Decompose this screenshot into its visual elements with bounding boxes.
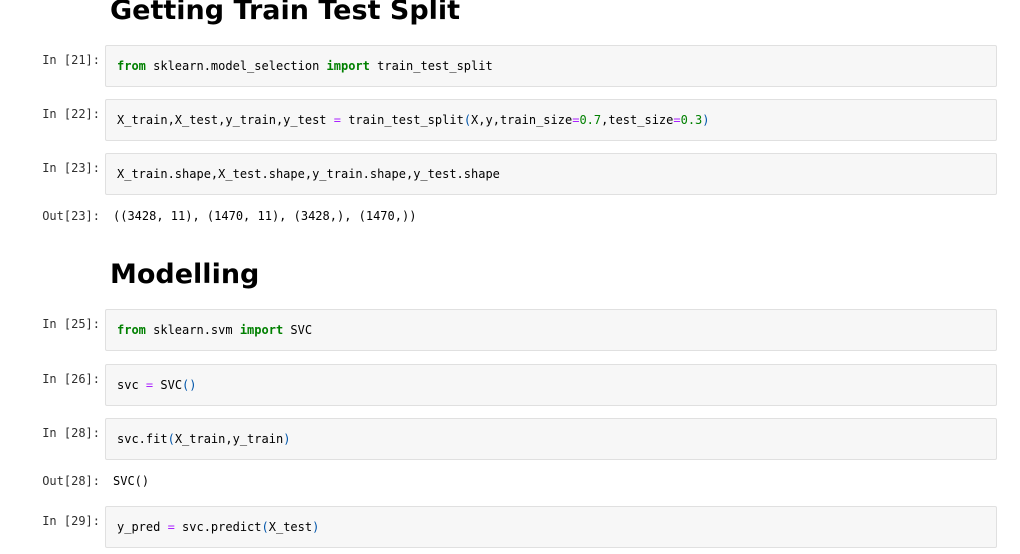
input-prompt-28: In [28]: [42, 426, 100, 440]
code-line: svc = SVC() [117, 378, 197, 392]
code-line: from sklearn.model_selection import trai… [117, 59, 493, 73]
input-prompt-26: In [26]: [42, 372, 100, 386]
code-line: from sklearn.svm import SVC [117, 323, 313, 337]
code-cell-23[interactable]: X_train.shape,X_test.shape,y_train.shape… [105, 153, 997, 195]
code-cell-26[interactable]: svc = SVC() [105, 364, 997, 406]
code-cell-21[interactable]: from sklearn.model_selection import trai… [105, 45, 997, 87]
input-prompt-23: In [23]: [42, 161, 100, 175]
code-line: X_train,X_test,y_train,y_test = train_te… [117, 113, 710, 127]
code-cell-28[interactable]: svc.fit(X_train,y_train) [105, 418, 997, 460]
code-cell-25[interactable]: from sklearn.svm import SVC [105, 309, 997, 351]
heading-modelling: Modelling [110, 259, 260, 290]
output-prompt-28: Out[28]: [42, 474, 100, 488]
code-line: X_train.shape,X_test.shape,y_train.shape… [117, 167, 500, 181]
output-text-28: SVC() [113, 474, 150, 488]
input-prompt-22: In [22]: [42, 107, 100, 121]
heading-getting-train-test-split: Getting Train Test Split [110, 0, 461, 26]
code-cell-22[interactable]: X_train,X_test,y_train,y_test = train_te… [105, 99, 997, 141]
code-line: svc.fit(X_train,y_train) [117, 432, 291, 446]
code-line: y_pred = svc.predict(X_test) [117, 520, 320, 534]
output-text-23: ((3428, 11), (1470, 11), (3428,), (1470,… [113, 209, 417, 223]
input-prompt-21: In [21]: [42, 53, 100, 67]
code-cell-29[interactable]: y_pred = svc.predict(X_test) [105, 506, 997, 548]
input-prompt-29: In [29]: [42, 514, 100, 528]
input-prompt-25: In [25]: [42, 317, 100, 331]
output-prompt-23: Out[23]: [42, 209, 100, 223]
